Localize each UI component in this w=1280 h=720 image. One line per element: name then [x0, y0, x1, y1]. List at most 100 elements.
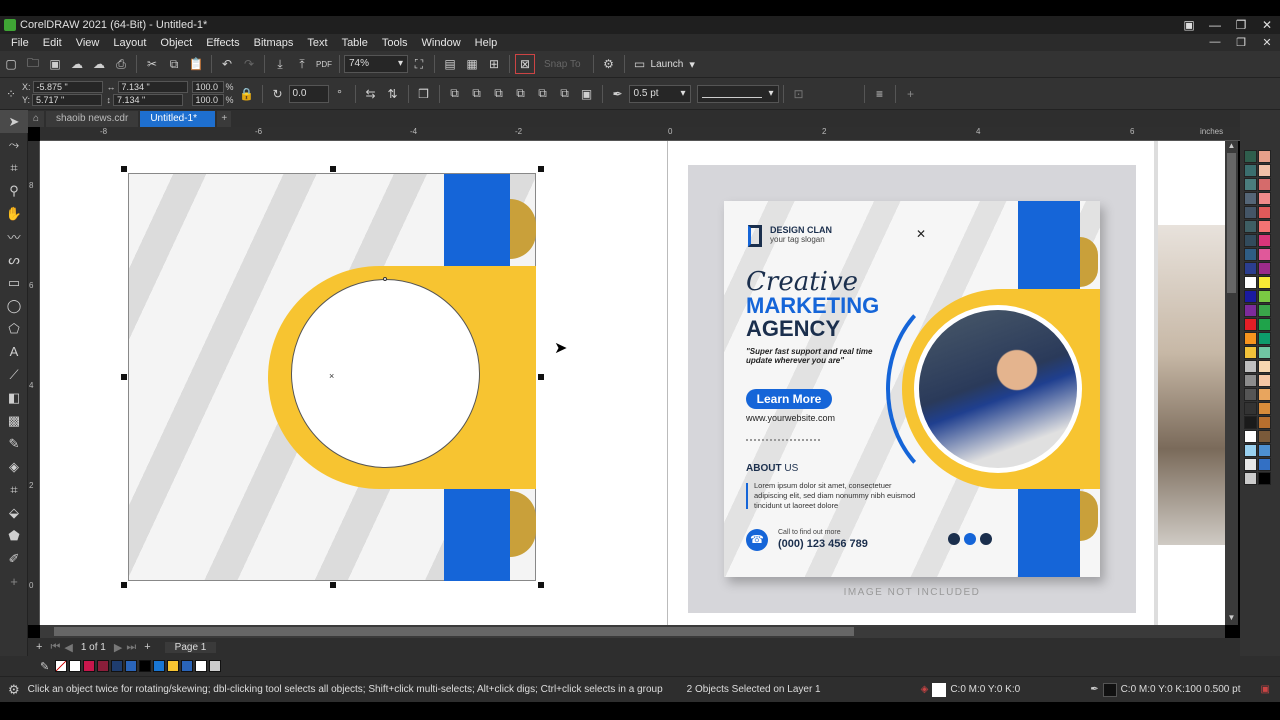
document-palette-swatch[interactable]	[139, 660, 152, 672]
shape-tool-icon[interactable]: ⤳	[0, 133, 28, 156]
tab-untitled-1[interactable]: Untitled-1*	[140, 111, 216, 127]
palette-swatch[interactable]	[1244, 234, 1257, 247]
add-page-icon[interactable]: +	[36, 641, 42, 653]
mirror-vertical-icon[interactable]: ⇅	[383, 84, 403, 104]
align-distribute-icon[interactable]: ≡	[870, 84, 890, 104]
selection-handle-ne[interactable]	[538, 166, 544, 172]
palette-swatch[interactable]	[1244, 262, 1257, 275]
zoom-fit-icon[interactable]: ⛶	[409, 54, 429, 74]
home-tab-icon[interactable]: ⌂	[28, 111, 45, 127]
palette-swatch[interactable]	[1258, 430, 1271, 443]
palette-swatch[interactable]	[1258, 458, 1271, 471]
smart-fill-icon[interactable]: ⬙	[0, 501, 28, 524]
menu-layout[interactable]: Layout	[106, 37, 153, 49]
print-icon[interactable]: ⎙	[111, 54, 131, 74]
freehand-tool-icon[interactable]: 〰	[0, 225, 28, 248]
document-palette-swatch[interactable]	[167, 660, 180, 672]
palette-swatch[interactable]	[1258, 360, 1271, 373]
palette-swatch[interactable]	[1244, 402, 1257, 415]
wrap-text-icon[interactable]: ⊡	[789, 84, 809, 104]
color-settings-icon[interactable]: ▣	[1261, 684, 1270, 695]
palette-swatch[interactable]	[1258, 220, 1271, 233]
restore-icon[interactable]: ▣	[1176, 18, 1202, 32]
palette-swatch[interactable]	[1258, 178, 1271, 191]
snap-off-icon[interactable]: ⊠	[515, 54, 535, 74]
document-palette-swatch[interactable]	[153, 660, 166, 672]
blue-bar-top[interactable]	[444, 174, 510, 266]
reference-image[interactable]: DESIGN CLAN your tag slogan ✕ Creative M…	[688, 165, 1136, 613]
palette-swatch[interactable]	[1244, 164, 1257, 177]
artistic-media-icon[interactable]: ᔕ	[0, 248, 28, 271]
palette-swatch[interactable]	[1258, 416, 1271, 429]
snap-to-label[interactable]: Snap To	[544, 59, 581, 70]
palette-swatch[interactable]	[1244, 472, 1257, 485]
palette-swatch[interactable]	[1244, 318, 1257, 331]
width-field[interactable]: 7.134 "	[117, 81, 188, 93]
palette-swatch[interactable]	[1244, 332, 1257, 345]
copy-icon[interactable]: ⧉	[164, 54, 184, 74]
weld-icon[interactable]: ⧉	[445, 84, 465, 104]
menu-effects[interactable]: Effects	[199, 37, 246, 49]
palette-swatch[interactable]	[1244, 360, 1257, 373]
add-tool-icon[interactable]: +	[0, 570, 28, 593]
palette-swatch[interactable]	[1258, 374, 1271, 387]
palette-swatch[interactable]	[1258, 346, 1271, 359]
pick-tool-icon[interactable]: ➤	[0, 110, 28, 133]
palette-swatch[interactable]	[1244, 388, 1257, 401]
palette-swatch[interactable]	[1258, 248, 1271, 261]
document-palette-swatch[interactable]	[195, 660, 208, 672]
front-minus-back-icon[interactable]: ⧉	[533, 84, 553, 104]
line-style-combo[interactable]: ▾	[696, 84, 779, 103]
palette-swatch[interactable]	[1244, 206, 1257, 219]
zoom-level-combo[interactable]: 74% ▾	[344, 55, 408, 73]
launch-button[interactable]: Launch	[651, 59, 684, 70]
last-page-icon[interactable]: ⏭	[126, 641, 136, 654]
options-gear-icon[interactable]: ⚙	[599, 54, 619, 74]
prev-page-icon[interactable]: ◀	[64, 641, 72, 654]
document-palette-swatch[interactable]	[209, 660, 222, 672]
selection-handle-e[interactable]	[538, 374, 544, 380]
export-icon[interactable]: ⤒	[292, 54, 312, 74]
minimize-button[interactable]: —	[1202, 18, 1228, 32]
lock-ratio-icon[interactable]: 🔒	[237, 84, 257, 104]
group-icon[interactable]: ❒	[414, 84, 434, 104]
palette-swatch[interactable]	[1244, 444, 1257, 457]
white-circle[interactable]	[291, 279, 480, 468]
palette-swatch[interactable]	[1244, 346, 1257, 359]
document-palette-swatch[interactable]	[69, 660, 82, 672]
page-tab[interactable]: Page 1	[164, 641, 217, 653]
pen-tool-icon[interactable]: ✐	[0, 547, 28, 570]
menu-table[interactable]: Table	[335, 37, 375, 49]
menu-tools[interactable]: Tools	[375, 37, 415, 49]
palette-swatch[interactable]	[1244, 150, 1257, 163]
next-page-icon[interactable]: ▶	[114, 641, 122, 654]
status-gear-icon[interactable]: ⚙	[8, 682, 20, 698]
selection-handle-s[interactable]	[330, 582, 336, 588]
maximize-button[interactable]: ❐	[1228, 18, 1254, 32]
open-folder-icon[interactable]: 🗀	[23, 54, 43, 74]
scroll-up-icon[interactable]: ▲	[1225, 141, 1238, 153]
palette-swatch[interactable]	[1244, 248, 1257, 261]
partial-photo-image[interactable]	[1158, 225, 1225, 545]
scale-height-field[interactable]: 100.0	[191, 94, 224, 106]
paint-bucket-icon[interactable]: ⬟	[0, 524, 28, 547]
tab-shaoib-news[interactable]: shaoib news.cdr	[46, 111, 139, 127]
cut-icon[interactable]: ✂	[142, 54, 162, 74]
menu-object[interactable]: Object	[153, 37, 199, 49]
palette-swatch[interactable]	[1258, 150, 1271, 163]
vertical-ruler[interactable]: 8 6 4 2 0	[28, 141, 40, 625]
menu-edit[interactable]: Edit	[36, 37, 69, 49]
outline-pen-icon[interactable]: ✒	[608, 84, 628, 104]
cloud-download-icon[interactable]: ☁	[89, 54, 109, 74]
doc-minimize-button[interactable]: —	[1202, 36, 1228, 49]
blue-bar-bottom[interactable]	[444, 489, 510, 581]
palette-swatch[interactable]	[1258, 472, 1271, 485]
transparency-tool-icon[interactable]: ▩	[0, 409, 28, 432]
rotate-icon[interactable]: ↻	[268, 84, 288, 104]
close-button[interactable]: ✕	[1254, 18, 1280, 32]
show-grid-icon[interactable]: ▦	[462, 54, 482, 74]
publish-pdf-icon[interactable]: PDF	[314, 54, 334, 74]
palette-swatch[interactable]	[1244, 304, 1257, 317]
height-field[interactable]: 7.134 "	[113, 94, 184, 106]
palette-swatch[interactable]	[1258, 164, 1271, 177]
